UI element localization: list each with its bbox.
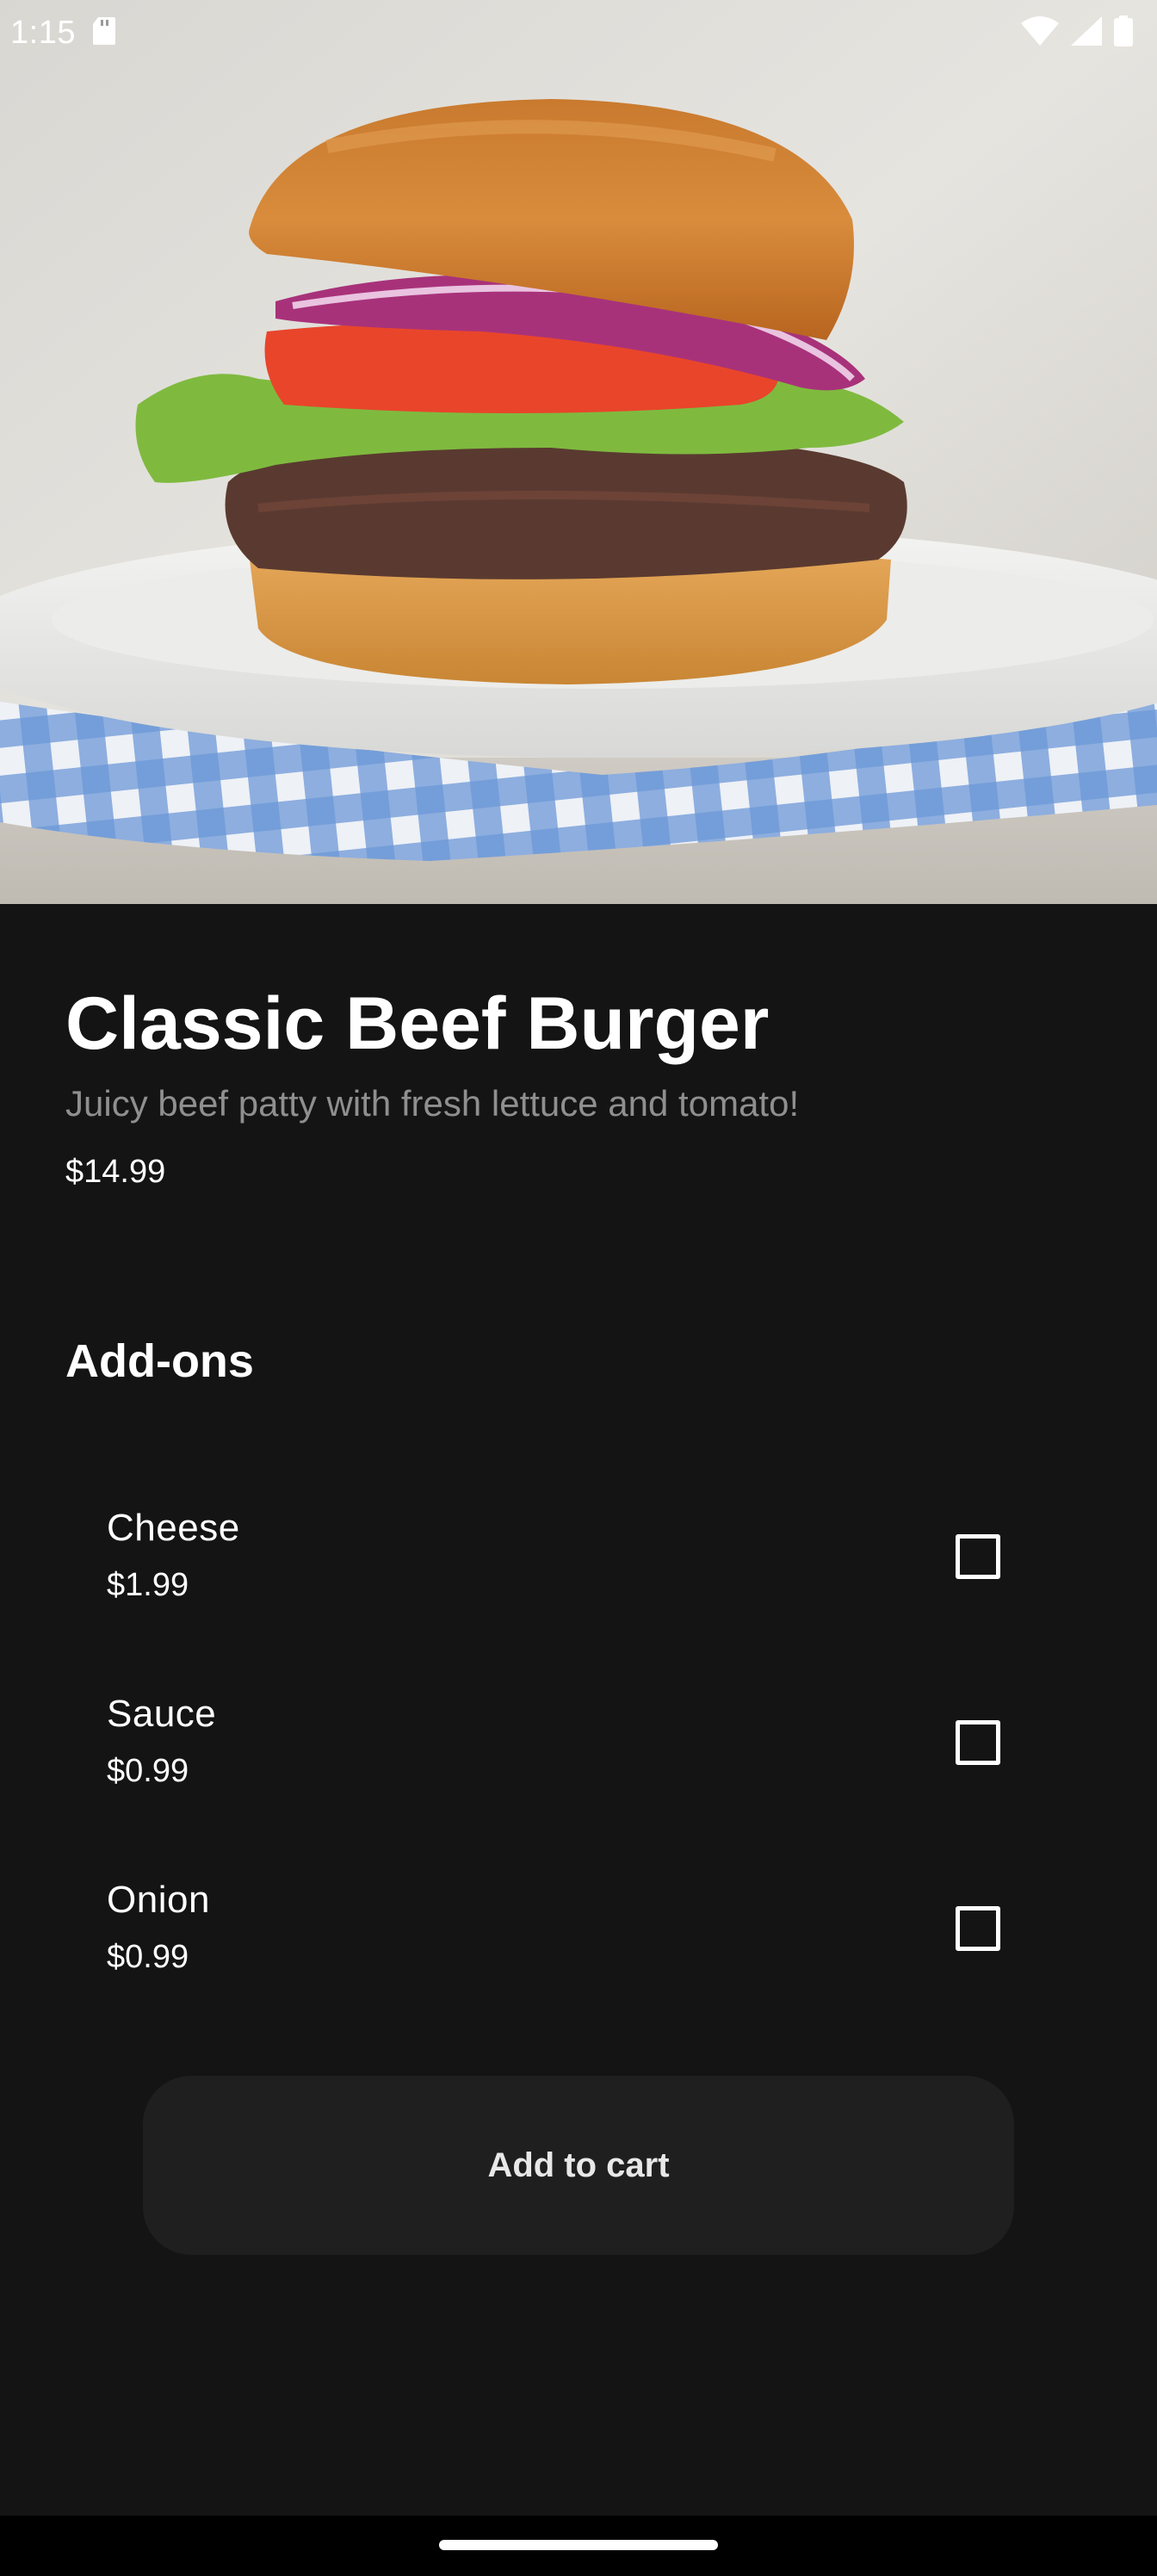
addon-price: $1.99 (107, 1567, 189, 1603)
status-right (1021, 15, 1133, 51)
product-title: Classic Beef Burger (65, 982, 770, 1065)
product-detail-screen: 1:15 Classic Beef Burger Juicy beef patt… (0, 0, 1157, 2576)
sd-card-icon (92, 16, 115, 49)
status-left: 1:15 (10, 15, 115, 52)
addon-price: $0.99 (107, 1939, 189, 1975)
addon-item-onion[interactable]: Onion $0.99 (0, 1879, 1157, 2051)
addon-name: Sauce (107, 1693, 217, 1735)
home-gesture-handle[interactable] (439, 2540, 718, 2550)
product-description: Juicy beef patty with fresh lettuce and … (65, 1083, 800, 1124)
addons-heading: Add-ons (65, 1335, 254, 1387)
wifi-icon (1021, 15, 1059, 50)
battery-icon (1114, 15, 1133, 51)
signal-icon (1071, 15, 1102, 50)
addon-item-sauce[interactable]: Sauce $0.99 (0, 1693, 1157, 1865)
addon-item-cheese[interactable]: Cheese $1.99 (0, 1507, 1157, 1679)
status-time: 1:15 (10, 14, 76, 51)
product-price: $14.99 (65, 1154, 166, 1190)
addon-checkbox-sauce[interactable] (956, 1720, 1000, 1765)
product-image (0, 0, 1157, 904)
status-bar: 1:15 (0, 0, 1157, 65)
addon-price: $0.99 (107, 1753, 189, 1789)
addon-checkbox-onion[interactable] (956, 1906, 1000, 1951)
add-to-cart-button[interactable]: Add to cart (143, 2076, 1014, 2255)
addon-name: Cheese (107, 1507, 240, 1549)
addon-checkbox-cheese[interactable] (956, 1534, 1000, 1579)
addon-name: Onion (107, 1879, 210, 1921)
